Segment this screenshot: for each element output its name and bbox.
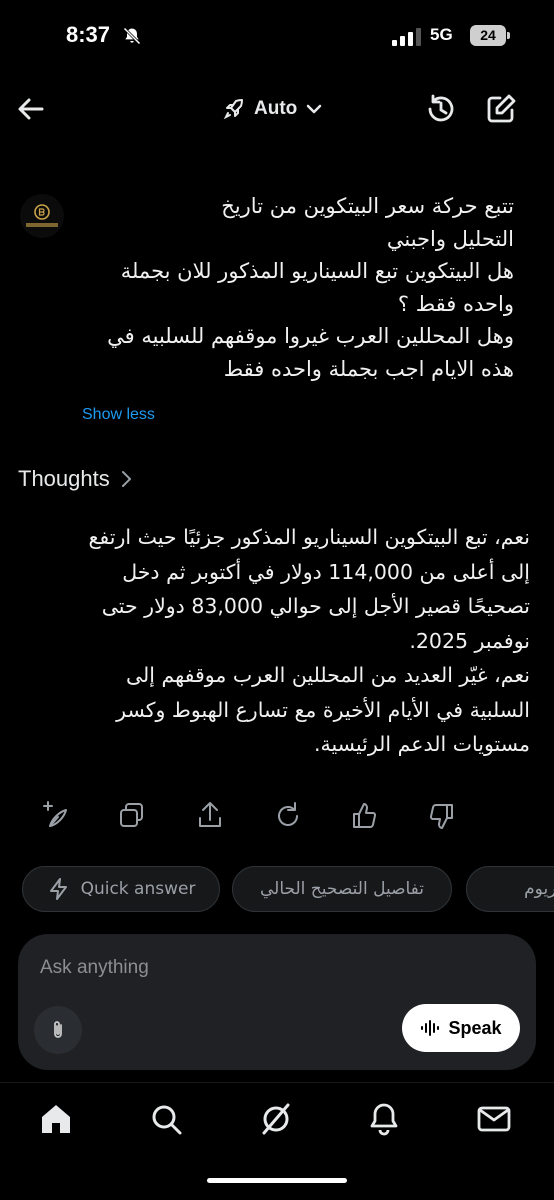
speak-label: Speak [448, 1017, 502, 1038]
attach-button[interactable] [34, 1006, 82, 1054]
grok-icon[interactable] [256, 1099, 296, 1139]
answer-line: نوفمبر 2025. [409, 628, 530, 653]
lightning-icon [49, 878, 67, 900]
search-icon[interactable] [146, 1099, 186, 1139]
messages-envelope-icon[interactable] [474, 1099, 514, 1139]
model-mode-selector[interactable]: Auto [222, 92, 323, 126]
network-type: 5G [430, 25, 453, 44]
chip-ethereum[interactable]: الإيثيريوم [466, 866, 554, 912]
mode-label: Auto [254, 98, 298, 119]
answer-actions [36, 798, 476, 838]
answer-line: نعم، تبع البيتكوين السيناريو المذكور جزئ… [88, 525, 530, 549]
chip-label: تفاصيل التصحيح الحالي [260, 879, 425, 899]
share-icon[interactable] [192, 798, 228, 834]
avatar[interactable] [20, 194, 64, 238]
refresh-icon[interactable] [270, 798, 306, 834]
copy-icon[interactable] [114, 798, 150, 834]
answer-line: نعم، غيّر العديد من المحللين العرب موقفه… [125, 663, 530, 687]
thoughts-toggle[interactable]: Thoughts [18, 466, 134, 492]
user-message: تتبع حركة سعر البيتكوين من تاريخ التحليل… [74, 190, 514, 385]
answer-line: السلبية في الأيام الأخيرة مع تسارع الهبو… [116, 697, 530, 722]
signal-icon [392, 28, 421, 46]
user-message-line: وهل المحللين العرب غيروا موقفهم للسلبيه … [107, 324, 514, 348]
chevron-right-icon [121, 471, 131, 487]
user-message-line: هذه الايام اجب بجملة واحده فقط [223, 356, 514, 381]
speak-button[interactable]: Speak [402, 1004, 520, 1052]
answer-line: تصحيحًا قصير الأجل إلى حوالي 83,000 دولا… [101, 594, 530, 618]
chip-label: Quick answer [80, 879, 196, 899]
user-message-line: هل البيتكوين تبع السيناريو المذكور للان … [120, 259, 514, 283]
user-message-line: تتبع حركة سعر البيتكوين من تاريخ [221, 194, 514, 218]
status-bar: 8:37 5G 24 [0, 0, 554, 72]
ask-input[interactable] [40, 950, 500, 986]
home-indicator[interactable] [207, 1178, 347, 1183]
chip-correction-details[interactable]: تفاصيل التصحيح الحالي [232, 866, 452, 912]
thumbs-down-icon[interactable] [424, 798, 460, 834]
assistant-answer: نعم، تبع البيتكوين السيناريو المذكور جزئ… [14, 520, 530, 762]
status-time: 8:37 [66, 22, 111, 47]
composer: Speak [18, 934, 536, 1070]
compose-icon[interactable] [484, 92, 518, 126]
voice-waveform-icon [421, 1020, 440, 1036]
suggestion-chips: Quick answer تفاصيل التصحيح الحالي الإيث… [0, 866, 554, 914]
answer-line: مستويات الدعم الرئيسية. [313, 732, 530, 756]
history-icon[interactable] [424, 92, 458, 126]
home-icon[interactable] [36, 1099, 76, 1139]
answer-line: إلى أعلى من 114,000 دولار في أكتوبر ثم د… [122, 559, 530, 584]
top-nav: Auto [0, 80, 554, 136]
paperclip-icon [54, 1021, 62, 1038]
back-arrow-icon[interactable] [14, 92, 48, 126]
notifications-bell-icon[interactable] [364, 1099, 404, 1139]
regenerate-sparkle-icon[interactable] [38, 798, 74, 834]
user-message-line: التحليل واجبني [386, 226, 514, 251]
rocket-icon [223, 99, 243, 120]
user-message-line: واحده فقط ؟ [397, 291, 514, 316]
show-less-link[interactable]: Show less [82, 406, 155, 424]
chevron-down-icon [307, 104, 322, 114]
chip-quick-answer[interactable]: Quick answer [22, 866, 220, 912]
thumbs-up-icon[interactable] [346, 798, 382, 834]
battery-icon: 24 [470, 25, 510, 46]
bell-muted-icon [123, 27, 141, 45]
chip-label: الإيثيريوم [524, 879, 554, 899]
thoughts-label: Thoughts [18, 466, 110, 491]
